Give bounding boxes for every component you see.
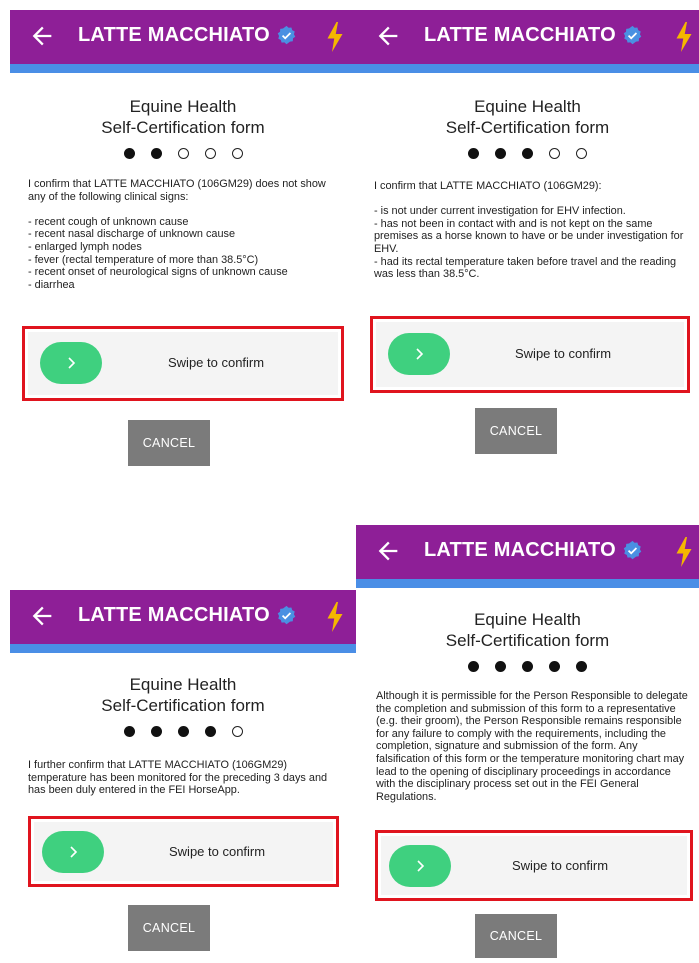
screen-step-5: LATTE MACCHIATO Equine Health Self-Certi… (356, 525, 699, 963)
swipe-highlight: Swipe to confirm (370, 316, 690, 393)
step-dot (150, 726, 162, 737)
step-dot (123, 726, 135, 737)
swipe-handle[interactable] (389, 845, 451, 887)
chevron-right-icon (70, 846, 78, 858)
back-arrow-icon[interactable] (374, 22, 402, 50)
step-dot (522, 661, 533, 672)
form-heading: Equine Health Self-Certification form (101, 675, 265, 715)
appbar-stripe (356, 64, 699, 73)
swipe-to-confirm-track[interactable]: Swipe to confirm (34, 822, 333, 881)
step-dot (150, 148, 162, 159)
step-indicator (10, 724, 356, 742)
app-bar: LATTE MACCHIATO (356, 10, 699, 64)
appbar-stripe (356, 579, 699, 588)
step-dot (231, 148, 243, 159)
step-dot (231, 726, 243, 737)
horse-name-title: LATTE MACCHIATO (424, 24, 643, 47)
confirmation-text: Although it is permissible for the Perso… (376, 690, 688, 803)
horse-name-title: LATTE MACCHIATO (424, 539, 643, 562)
step-dot (495, 661, 506, 672)
back-arrow-icon[interactable] (28, 22, 56, 50)
back-arrow-icon[interactable] (374, 537, 402, 565)
step-dot (177, 148, 189, 159)
swipe-highlight: Swipe to confirm (375, 830, 693, 901)
swipe-label: Swipe to confirm (512, 858, 609, 873)
swipe-handle[interactable] (42, 831, 104, 873)
step-dot (576, 661, 587, 672)
step-dot (468, 661, 479, 672)
screen-step-3: LATTE MACCHIATO Equine Health Self-Certi… (356, 10, 699, 465)
cancel-button[interactable]: CANCEL (128, 420, 210, 466)
swipe-label: Swipe to confirm (169, 844, 266, 859)
step-dot (204, 726, 216, 737)
swipe-to-confirm-track[interactable]: Swipe to confirm (381, 836, 687, 895)
swipe-to-confirm-track[interactable]: Swipe to confirm (376, 322, 684, 387)
step-indicator (10, 146, 356, 164)
confirmation-text: I further confirm that LATTE MACCHIATO (… (28, 759, 328, 797)
lightning-bolt-icon[interactable] (675, 22, 693, 52)
verified-badge-icon (277, 605, 296, 625)
app-bar: LATTE MACCHIATO (10, 10, 356, 64)
cancel-button[interactable]: CANCEL (475, 914, 557, 958)
horse-name-title: LATTE MACCHIATO (78, 604, 297, 627)
back-arrow-icon[interactable] (28, 602, 56, 630)
swipe-to-confirm-track[interactable]: Swipe to confirm (28, 332, 338, 395)
horse-name-title: LATTE MACCHIATO (78, 24, 297, 47)
chevron-right-icon (417, 860, 425, 872)
swipe-label: Swipe to confirm (515, 346, 612, 361)
step-indicator (356, 146, 699, 164)
step-dot (495, 148, 506, 159)
step-dot (204, 148, 216, 159)
swipe-handle[interactable] (40, 342, 102, 384)
verified-badge-icon (623, 540, 642, 560)
appbar-stripe (10, 64, 356, 73)
swipe-label: Swipe to confirm (168, 355, 265, 370)
chevron-right-icon (68, 357, 76, 369)
lightning-bolt-icon[interactable] (326, 22, 344, 52)
step-dot (576, 148, 587, 159)
step-dot (549, 148, 560, 159)
step-dot (522, 148, 533, 159)
app-bar: LATTE MACCHIATO (10, 590, 356, 644)
form-heading: Equine Health Self-Certification form (101, 97, 265, 137)
app-bar: LATTE MACCHIATO (356, 525, 699, 579)
lightning-bolt-icon[interactable] (326, 602, 344, 632)
swipe-handle[interactable] (388, 333, 450, 375)
swipe-highlight: Swipe to confirm (28, 816, 339, 887)
step-dot (177, 726, 189, 737)
chevron-right-icon (416, 348, 424, 360)
lightning-bolt-icon[interactable] (675, 537, 693, 567)
step-dot (549, 661, 560, 672)
confirmation-text: I confirm that LATTE MACCHIATO (106GM29)… (374, 180, 684, 281)
screen-step-4: LATTE MACCHIATO Equine Health Self-Certi… (10, 590, 356, 963)
cancel-button[interactable]: CANCEL (475, 408, 557, 454)
step-indicator (356, 659, 699, 677)
appbar-stripe (10, 644, 356, 653)
swipe-highlight: Swipe to confirm (22, 326, 344, 401)
verified-badge-icon (277, 25, 296, 45)
step-dot (468, 148, 479, 159)
screen-step-2: LATTE MACCHIATO Equine Health Self-Certi… (10, 10, 356, 480)
step-dot (123, 148, 135, 159)
verified-badge-icon (623, 25, 642, 45)
confirmation-text: I confirm that LATTE MACCHIATO (106GM29)… (28, 178, 326, 291)
form-heading: Equine Health Self-Certification form (445, 610, 610, 650)
cancel-button[interactable]: CANCEL (128, 905, 210, 951)
form-heading: Equine Health Self-Certification form (445, 97, 610, 137)
